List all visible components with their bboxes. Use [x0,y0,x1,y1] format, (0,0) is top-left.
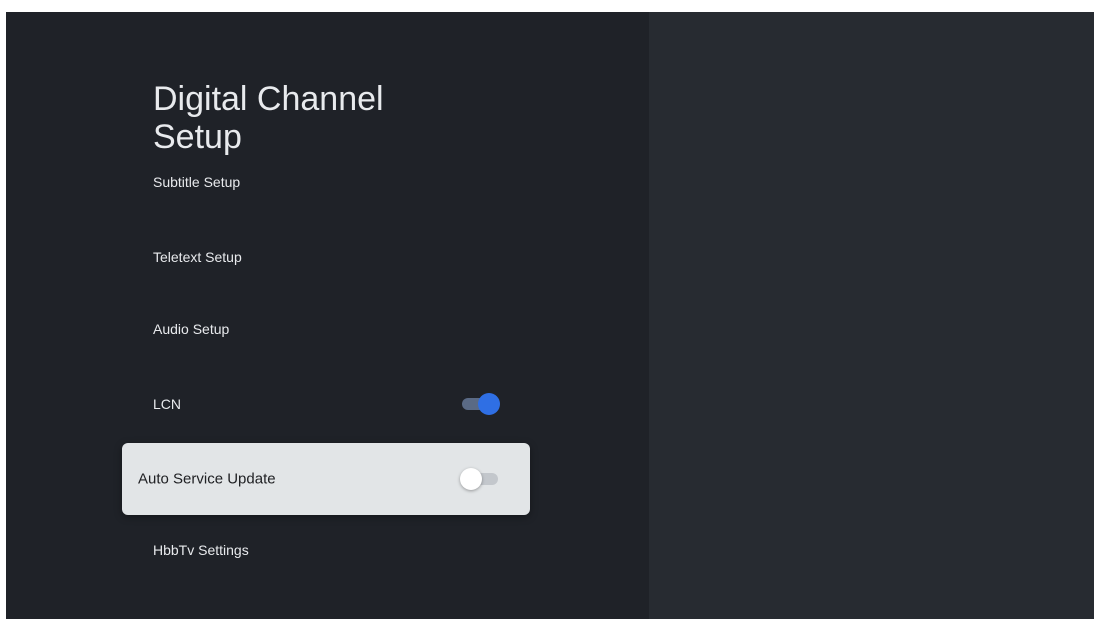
menu-item-subtitle-setup[interactable]: Subtitle Setup [122,146,530,218]
menu-item-auto-service-update[interactable]: Auto Service Update [122,443,530,515]
lcn-toggle-switch[interactable] [460,392,500,416]
menu-item-teletext-setup[interactable]: Teletext Setup [122,221,530,293]
menu-item-label: Teletext Setup [153,249,242,265]
settings-panel: Digital Channel Setup Subtitle Setup Tel… [6,12,649,619]
menu-item-hbbtv-settings[interactable]: HbbTv Settings [122,514,530,586]
toggle-knob [460,468,482,490]
menu-item-label: HbbTv Settings [153,542,249,558]
menu-item-label: LCN [153,396,182,412]
menu-item-label: Subtitle Setup [153,174,241,190]
menu-item-audio-setup[interactable]: Audio Setup [122,293,530,365]
auto-service-update-toggle-switch[interactable] [460,467,500,491]
menu-item-label: Auto Service Update [138,470,276,488]
tv-settings-screen: Digital Channel Setup Subtitle Setup Tel… [6,12,1094,619]
menu-item-lcn[interactable]: LCN [122,368,530,440]
toggle-knob [478,393,500,415]
preview-panel [649,12,1094,619]
page-title: Digital Channel Setup [153,80,384,156]
menu-item-label: Audio Setup [153,321,230,337]
